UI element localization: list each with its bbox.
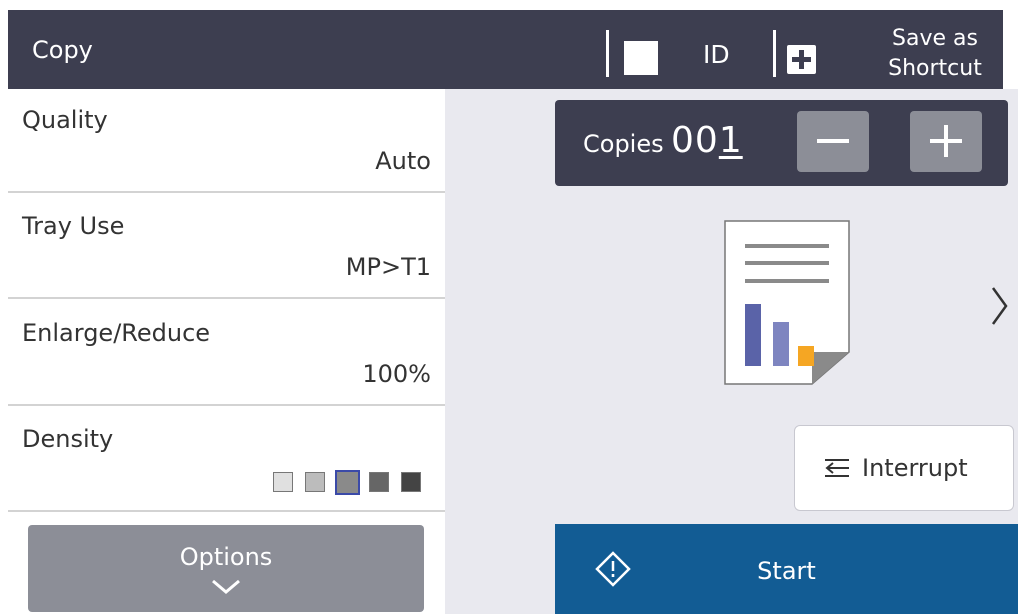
density-level-cell <box>335 470 360 495</box>
setting-row-density[interactable]: Density <box>8 408 445 512</box>
id-copy-button[interactable]: ID <box>703 40 730 69</box>
save-as-label-line1: Save as <box>892 26 978 51</box>
interrupt-label: Interrupt <box>862 454 968 482</box>
options-area: Options <box>8 514 445 614</box>
setting-label: Density <box>22 425 114 453</box>
setting-value: Auto <box>375 147 431 175</box>
density-level-cell <box>273 472 293 492</box>
density-indicator <box>271 470 431 495</box>
copies-value[interactable]: 001 <box>671 120 743 161</box>
setting-value: MP>T1 <box>345 253 431 281</box>
options-button[interactable]: Options <box>28 525 424 612</box>
save-as-label-line2: Shortcut <box>888 56 982 81</box>
header-bar: Copy ID Save as Shortcut <box>8 10 1003 89</box>
density-level-cell <box>401 472 421 492</box>
setting-row-tray-use[interactable]: Tray Use MP>T1 <box>8 195 445 299</box>
setting-label: Enlarge/Reduce <box>22 319 211 347</box>
chevron-right-icon[interactable] <box>990 285 1010 327</box>
minus-icon <box>817 139 849 143</box>
copies-label: Copies <box>583 130 664 158</box>
start-button[interactable]: Start <box>555 524 1018 614</box>
setting-value: 100% <box>362 360 431 388</box>
page-title: Copy <box>32 36 93 64</box>
setting-row-quality[interactable]: Quality Auto <box>8 89 445 193</box>
setting-label: Quality <box>22 106 108 134</box>
setting-row-enlarge-reduce[interactable]: Enlarge/Reduce 100% <box>8 302 445 406</box>
density-level-cell <box>305 472 325 492</box>
copies-control: Copies 001 <box>555 100 1008 186</box>
setting-label: Tray Use <box>22 212 125 240</box>
document-preview-icon <box>724 220 850 385</box>
divider <box>606 30 609 77</box>
chevron-down-icon <box>212 579 240 594</box>
options-label: Options <box>179 543 273 571</box>
save-as-shortcut-button[interactable]: Save as Shortcut <box>863 24 1007 84</box>
decrease-copies-button[interactable] <box>797 111 869 172</box>
density-level-cell <box>369 472 389 492</box>
interrupt-icon <box>825 459 849 477</box>
plus-box-icon[interactable] <box>787 45 816 74</box>
divider <box>773 30 776 77</box>
start-label: Start <box>757 557 816 585</box>
copy-preview-panel: Copies 001 Interrupt Start <box>445 89 1018 614</box>
interrupt-button[interactable]: Interrupt <box>794 425 1014 511</box>
increase-copies-button[interactable] <box>910 111 982 172</box>
white-square-icon[interactable] <box>624 41 658 75</box>
